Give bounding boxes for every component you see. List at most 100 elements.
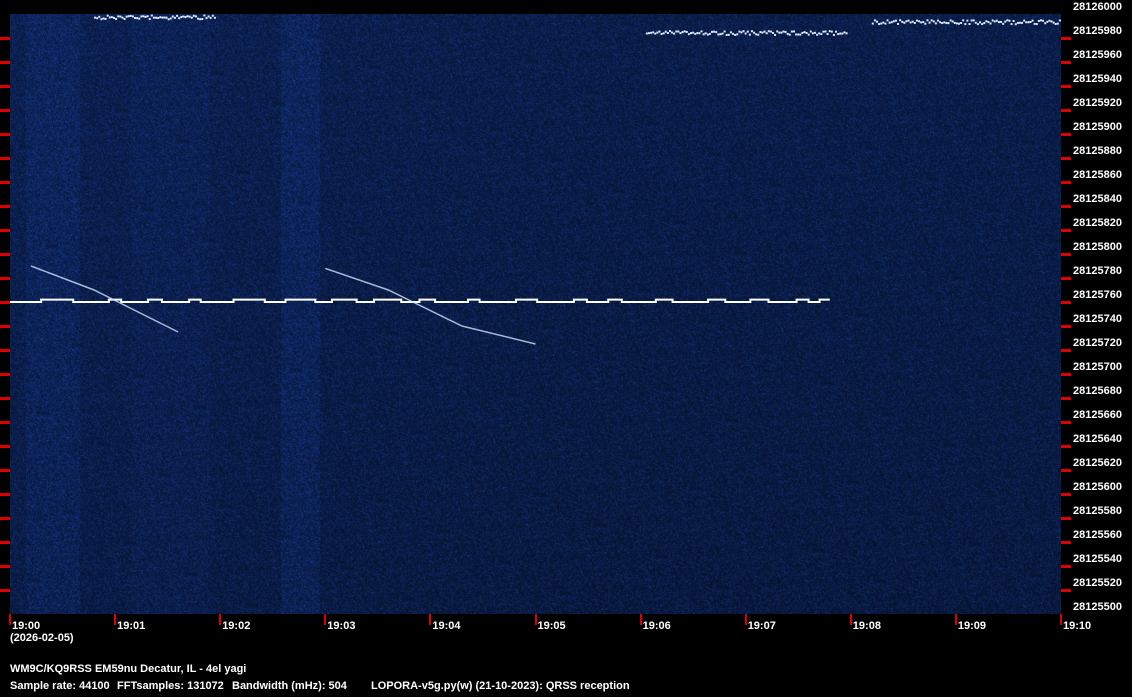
top-trace-dot <box>899 19 902 22</box>
x-tick-label: 19:02 <box>222 620 251 632</box>
top-trace-dot <box>144 15 147 18</box>
top-trace-dot <box>924 22 927 25</box>
top-trace-dot <box>1014 23 1017 26</box>
y-tick-label: 28125920 <box>1073 97 1122 109</box>
top-trace-dot <box>675 30 678 33</box>
top-trace-dot <box>951 20 954 23</box>
top-trace-dot <box>871 22 874 25</box>
top-trace-dot <box>941 22 944 25</box>
y-tick-left <box>0 229 10 232</box>
top-trace-dot <box>100 18 103 21</box>
top-trace-dot <box>136 17 139 20</box>
x-tick <box>429 614 432 625</box>
top-trace-dot <box>192 14 195 17</box>
top-trace-dot <box>839 32 842 35</box>
fft-samples: FFTsamples: 131072 <box>117 680 224 692</box>
y-tick-right <box>1061 133 1071 136</box>
top-trace-dot <box>715 31 718 34</box>
top-trace-dot <box>811 32 814 35</box>
top-trace-dot <box>666 31 669 34</box>
top-trace-dot <box>873 19 876 22</box>
y-tick-label: 28125560 <box>1073 529 1122 541</box>
top-trace-dot <box>668 30 671 33</box>
top-trace-dot <box>1052 21 1055 24</box>
top-trace-dot <box>171 15 174 18</box>
top-trace-dot <box>650 31 653 34</box>
top-trace-dot <box>163 16 166 19</box>
y-tick-right <box>1061 349 1071 352</box>
x-tick-label: 19:01 <box>117 620 146 632</box>
top-trace-dot <box>1039 19 1042 22</box>
y-tick-label: 28125680 <box>1073 385 1122 397</box>
date-label: (2026-02-05) <box>10 632 74 644</box>
top-trace-dot <box>155 16 158 19</box>
top-trace-dot <box>878 23 881 26</box>
top-trace-dot <box>1058 19 1061 22</box>
top-trace-dot <box>1054 22 1057 25</box>
top-trace-dot <box>157 17 160 20</box>
top-trace-dot <box>112 16 115 19</box>
top-trace-dot <box>845 32 848 35</box>
top-trace-dot <box>723 30 726 33</box>
top-trace-dot <box>186 15 189 18</box>
top-trace-dot <box>689 32 692 35</box>
top-trace-dot <box>194 15 197 18</box>
top-trace-dot <box>1031 19 1034 22</box>
top-trace-dot <box>801 31 804 34</box>
y-tick-right <box>1061 373 1071 376</box>
top-trace-dot <box>110 16 113 19</box>
top-trace-dot <box>1018 21 1021 24</box>
x-tick <box>1060 614 1062 625</box>
top-trace-dot <box>943 21 946 24</box>
y-tick-right <box>1061 181 1071 184</box>
y-tick-right <box>1061 157 1071 160</box>
top-trace-dot <box>962 19 965 22</box>
y-tick-right <box>1061 37 1071 40</box>
top-trace-dot <box>104 17 107 20</box>
top-trace-dot <box>205 17 208 20</box>
top-trace-dot <box>778 31 781 34</box>
top-trace-dot <box>763 30 766 33</box>
top-trace-dot <box>671 31 674 34</box>
y-tick-left <box>0 541 10 544</box>
top-trace-dot <box>903 21 906 24</box>
top-trace-dot <box>828 30 831 33</box>
top-trace-dot <box>717 33 720 36</box>
top-trace-dot <box>907 19 910 22</box>
y-tick-right <box>1061 469 1071 472</box>
top-trace-dot <box>886 19 889 22</box>
top-trace-dot <box>704 32 707 35</box>
y-tick-left <box>0 181 10 184</box>
top-trace-dot <box>915 19 918 22</box>
top-trace-dot <box>964 23 967 26</box>
top-trace-dot <box>734 33 737 36</box>
top-trace-dot <box>947 22 950 25</box>
top-trace-dot <box>213 16 216 19</box>
top-trace-dot <box>822 30 825 33</box>
top-trace-dot <box>774 33 777 36</box>
top-trace-dot <box>769 30 772 33</box>
y-tick-left <box>0 133 10 136</box>
y-tick-left <box>0 301 10 304</box>
top-trace-dot <box>125 15 128 18</box>
top-trace-dot <box>767 30 770 33</box>
station-info: WM9C/KQ9RSS EM59nu Decatur, IL - 4el yag… <box>10 663 247 675</box>
top-trace-dot <box>958 22 961 25</box>
top-trace-dot <box>936 19 939 22</box>
top-trace-dot <box>129 14 132 17</box>
y-tick-right <box>1061 589 1071 592</box>
top-trace-dot <box>911 20 914 23</box>
top-trace-dot <box>782 30 785 33</box>
y-tick-label: 28125840 <box>1073 193 1122 205</box>
top-trace-dot <box>901 20 904 23</box>
top-trace-dot <box>1037 19 1040 22</box>
x-tick <box>849 614 852 625</box>
top-trace-dot <box>1000 20 1003 23</box>
top-trace-dot <box>182 15 185 18</box>
y-tick-label: 28125940 <box>1073 73 1122 85</box>
top-trace-dot <box>121 16 124 19</box>
top-trace-dot <box>647 32 650 35</box>
top-trace-dot <box>897 22 900 25</box>
y-tick-label: 28125700 <box>1073 361 1122 373</box>
top-trace-dot <box>698 32 701 35</box>
